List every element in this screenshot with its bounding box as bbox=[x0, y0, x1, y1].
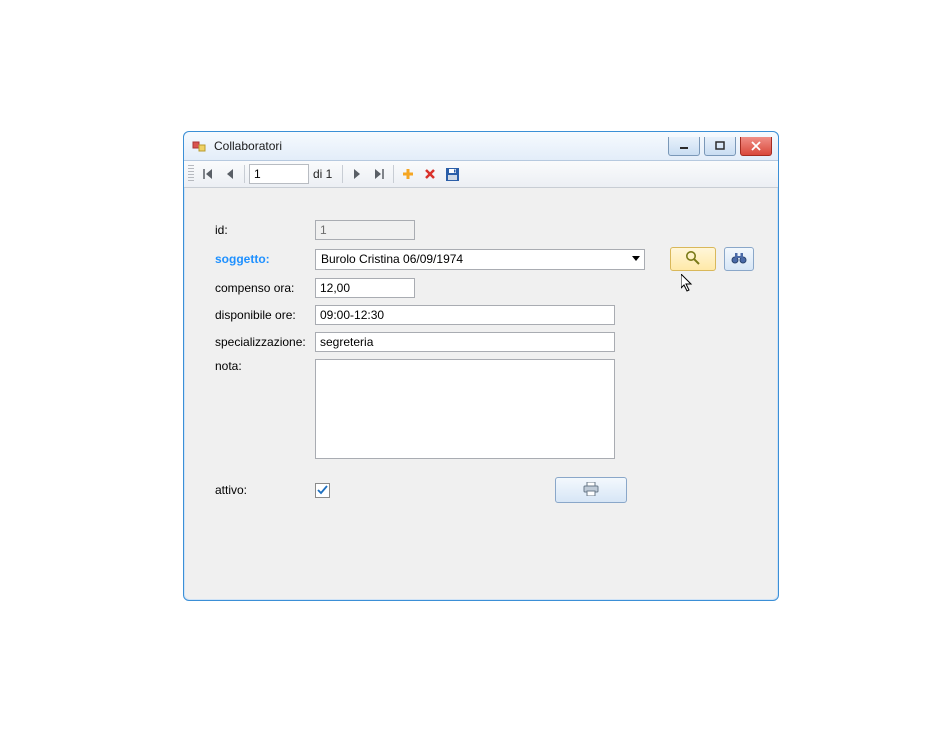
nota-field[interactable] bbox=[315, 359, 615, 459]
nav-last-button[interactable] bbox=[369, 164, 389, 184]
binoculars-icon bbox=[731, 251, 747, 268]
toolbar-grip[interactable] bbox=[188, 165, 194, 183]
window-title: Collaboratori bbox=[214, 139, 282, 153]
form: id: soggetto: Burolo Cristina 06/09/1974… bbox=[215, 220, 754, 510]
toolbar-separator bbox=[244, 165, 245, 183]
id-label: id: bbox=[215, 223, 315, 237]
printer-icon bbox=[583, 482, 599, 499]
minimize-button[interactable] bbox=[668, 137, 700, 156]
chevron-down-icon[interactable] bbox=[628, 250, 644, 269]
save-record-button[interactable] bbox=[442, 164, 462, 184]
specializzazione-label: specializzazione: bbox=[215, 335, 315, 349]
toolbar-separator bbox=[342, 165, 343, 183]
soggetto-dropdown[interactable]: Burolo Cristina 06/09/1974 bbox=[315, 249, 645, 270]
find-button[interactable] bbox=[724, 247, 754, 271]
soggetto-value: Burolo Cristina 06/09/1974 bbox=[316, 252, 628, 266]
disponibile-field[interactable] bbox=[315, 305, 615, 325]
compenso-label: compenso ora: bbox=[215, 281, 315, 295]
magnifier-icon bbox=[685, 250, 701, 269]
nav-next-button[interactable] bbox=[347, 164, 367, 184]
navigator-toolbar: di 1 bbox=[184, 161, 778, 188]
compenso-field[interactable] bbox=[315, 278, 415, 298]
id-field bbox=[315, 220, 415, 240]
specializzazione-field[interactable] bbox=[315, 332, 615, 352]
add-record-button[interactable] bbox=[398, 164, 418, 184]
delete-record-button[interactable] bbox=[420, 164, 440, 184]
lookup-button[interactable] bbox=[670, 247, 716, 271]
nav-position-input[interactable] bbox=[249, 164, 309, 184]
disponibile-label: disponibile ore: bbox=[215, 308, 315, 322]
toolbar-separator bbox=[393, 165, 394, 183]
client-area: id: soggetto: Burolo Cristina 06/09/1974… bbox=[185, 188, 777, 599]
maximize-button[interactable] bbox=[704, 137, 736, 156]
nav-prev-button[interactable] bbox=[220, 164, 240, 184]
app-icon bbox=[192, 138, 208, 154]
attivo-label: attivo: bbox=[215, 483, 315, 497]
titlebar[interactable]: Collaboratori bbox=[184, 132, 778, 161]
nota-label: nota: bbox=[215, 359, 315, 373]
nav-total-label: di 1 bbox=[311, 167, 338, 181]
dialog-window: Collaboratori di 1 id: soggetto: bbox=[183, 131, 779, 601]
close-button[interactable] bbox=[740, 137, 772, 156]
nav-first-button[interactable] bbox=[198, 164, 218, 184]
print-button[interactable] bbox=[555, 477, 627, 503]
soggetto-label: soggetto: bbox=[215, 252, 315, 266]
attivo-checkbox[interactable] bbox=[315, 483, 330, 498]
